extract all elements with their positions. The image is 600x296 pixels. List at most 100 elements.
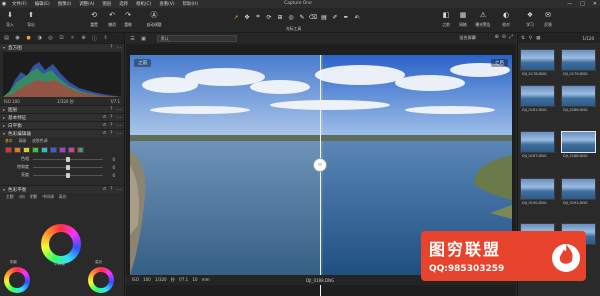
thumbnail[interactable] [561,178,596,200]
rotate-tool-icon[interactable]: ⟳ [264,12,274,22]
view-mode-icon[interactable]: ▦ [536,36,540,41]
viewer-menu-icon[interactable]: ☰ [128,34,137,43]
learn-button[interactable]: ❖ 学习 [521,11,539,31]
hue-slider-knob[interactable] [66,156,70,162]
help-icon[interactable]: ? [110,107,112,112]
thumbnail[interactable] [520,131,555,153]
gradient-tool-icon[interactable]: ▤ [319,12,329,22]
lens-tab-icon[interactable]: ◎ [46,34,55,42]
layers-section-header[interactable]: ▸ 图层 ?… [0,105,124,113]
menu-file[interactable]: 文件(F) [8,1,31,7]
menu-adjust[interactable]: 调整(A) [75,1,98,7]
annotate-tool-icon[interactable]: ✍ [352,12,362,22]
split-drag-handle[interactable]: ‹› [313,158,327,172]
saturation-slider-knob[interactable] [66,164,70,170]
minimize-icon[interactable]: — [567,1,572,7]
local-adjust-tab-icon[interactable]: ⊕ [79,34,88,42]
reset-button[interactable]: ⟲ 重置 [85,11,103,31]
exposure-tab-icon[interactable]: ◑ [35,34,44,42]
histogram-section-header[interactable]: ▾ 直方图 ?… [0,43,124,51]
import-button[interactable]: ⬇ 导入 [1,11,19,31]
swatch-purple[interactable] [59,147,66,153]
saturation-slider[interactable] [33,164,103,170]
shadow-color-wheel[interactable] [4,267,30,293]
filter-icon[interactable]: ⚲ [529,36,532,41]
more-icon[interactable]: … [117,187,122,192]
pointer-tool-icon[interactable]: ➚ [231,12,241,22]
thumbnail-selected[interactable] [561,131,596,153]
lightness-slider[interactable] [33,172,103,178]
color-balance-section-header[interactable]: ▾ 色彩平衡 ↺?… [0,185,124,193]
swatch-red[interactable] [5,147,12,153]
help-icon[interactable]: ? [110,123,112,128]
menu-camera[interactable]: 相机(C) [132,1,155,7]
auto-adjust-button[interactable]: Ⓐ 自动调整 [140,11,168,31]
swatch-cyan[interactable] [41,147,48,153]
thumbnail[interactable] [561,85,596,107]
zoom-fit-dropdown[interactable]: 适合屏幕 [459,35,476,41]
menu-select[interactable]: 选择 [115,1,132,7]
reset-section-icon[interactable]: ↺ [102,131,106,136]
thumbnail[interactable] [520,178,555,200]
library-tab-icon[interactable]: ▤ [2,34,11,42]
tab-3way[interactable]: 3向 [19,194,25,200]
help-icon[interactable]: ? [110,131,112,136]
menu-image[interactable]: 图像(I) [54,1,76,7]
wb-picker-tool-icon[interactable]: ✒ [341,12,351,22]
help-icon[interactable]: ? [110,45,112,50]
more-icon[interactable]: … [117,107,122,112]
tab-shadow[interactable]: 阴影 [30,194,38,200]
help-icon[interactable]: ? [110,187,112,192]
before-button[interactable]: ◧ 之前 [437,11,455,31]
tab-advanced[interactable]: 高级 [19,138,27,144]
preset-icon[interactable]: ▣ [139,34,148,43]
tab-basic[interactable]: 基本 [5,138,13,144]
tab-master[interactable]: 主题 [6,194,14,200]
reset-section-icon[interactable]: ↺ [102,123,106,128]
before-after-divider[interactable] [319,55,321,296]
brush-tool-icon[interactable]: ✎ [297,12,307,22]
swatch-magenta[interactable] [68,147,75,153]
zoom-in-icon[interactable]: ⊕ [495,34,499,40]
composition-tab-icon[interactable]: ⊡ [57,34,66,42]
close-icon[interactable]: ✕ [593,1,597,7]
reset-section-icon[interactable]: ↺ [102,187,106,192]
details-tab-icon[interactable]: ✧ [68,34,77,42]
fullscreen-icon[interactable]: ⤢ [509,34,513,40]
more-icon[interactable]: … [117,131,122,136]
keystone-tool-icon[interactable]: ⊞ [275,12,285,22]
more-icon[interactable]: … [117,45,122,50]
crop-tool-icon[interactable]: ⌗ [253,12,263,22]
spot-tool-icon[interactable]: ◎ [286,12,296,22]
tab-skin-tone[interactable]: 皮肤色调 [32,138,47,144]
thumbnail[interactable] [561,49,596,71]
proof-button[interactable]: ◐ 校对 [497,11,515,31]
reset-section-icon[interactable]: ↺ [102,115,106,120]
hue-slider[interactable] [33,156,103,162]
more-icon[interactable]: … [117,123,122,128]
thumbnail[interactable] [520,49,555,71]
grid-button[interactable]: ▦ 网格 [454,11,472,31]
color-editor-section-header[interactable]: ▾ 色彩编辑器 ↺?… [0,129,124,137]
preset-dropdown[interactable]: 默认 [157,35,237,42]
thumbnail[interactable] [520,85,555,107]
menu-layers[interactable]: 图层 [98,1,115,7]
swatch-yellow[interactable] [23,147,30,153]
color-tab-icon[interactable]: ● [24,34,33,42]
zoom-out-icon[interactable]: ⊖ [502,34,506,40]
exposure-warning-button[interactable]: ⚠ 曝光警告 [471,11,495,31]
redo-button[interactable]: ↷ 重做 [119,11,137,31]
base-characteristics-section-header[interactable]: ▸ 基本特征 ↺?… [0,113,124,121]
hue-value[interactable]: 0 [103,157,115,162]
picker-tool-icon[interactable]: ✐ [330,12,340,22]
eraser-tool-icon[interactable]: ⌫ [308,12,318,22]
menu-help[interactable]: 帮助(H) [179,1,203,7]
swatch-blue[interactable] [50,147,57,153]
swatch-green[interactable] [32,147,39,153]
midtone-color-wheel[interactable] [41,224,81,264]
tab-midtone[interactable]: 中间调 [42,194,53,200]
help-icon[interactable]: ? [110,115,112,120]
capture-tab-icon[interactable]: ◉ [13,34,22,42]
menu-edit[interactable]: 编辑(E) [31,1,54,7]
white-balance-section-header[interactable]: ▸ 白平衡 ↺?… [0,121,124,129]
